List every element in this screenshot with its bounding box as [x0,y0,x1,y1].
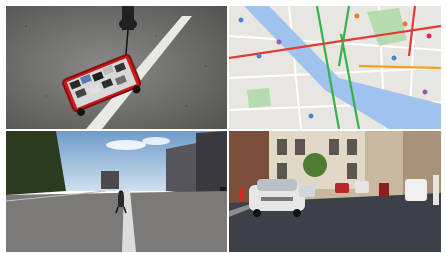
distant-car [299,185,315,197]
white-van-right [405,179,427,201]
map-scene [229,6,441,129]
photo-street-with-cars [229,131,441,252]
van [355,181,369,193]
map-traffic-view [229,6,441,129]
cyclist-body [118,195,124,207]
tree [303,153,327,177]
road [6,191,227,252]
street-cars-scene [229,131,441,252]
distant-building [101,171,119,189]
cloud [106,140,146,150]
person-boot [122,6,134,30]
red-sign [239,187,243,201]
red-car [335,183,349,193]
empty-street-scene [6,131,227,252]
pedestrian-right [433,175,439,205]
cyclist-head [118,190,124,196]
pedestrian-with-cart [379,183,389,197]
cloud [142,137,170,145]
trees-left [6,131,66,195]
park-small [247,88,271,108]
photo-wagon-with-phones [6,6,227,129]
photo-empty-street [6,131,227,252]
parked-car [220,187,226,191]
wagon-scene [6,6,227,129]
